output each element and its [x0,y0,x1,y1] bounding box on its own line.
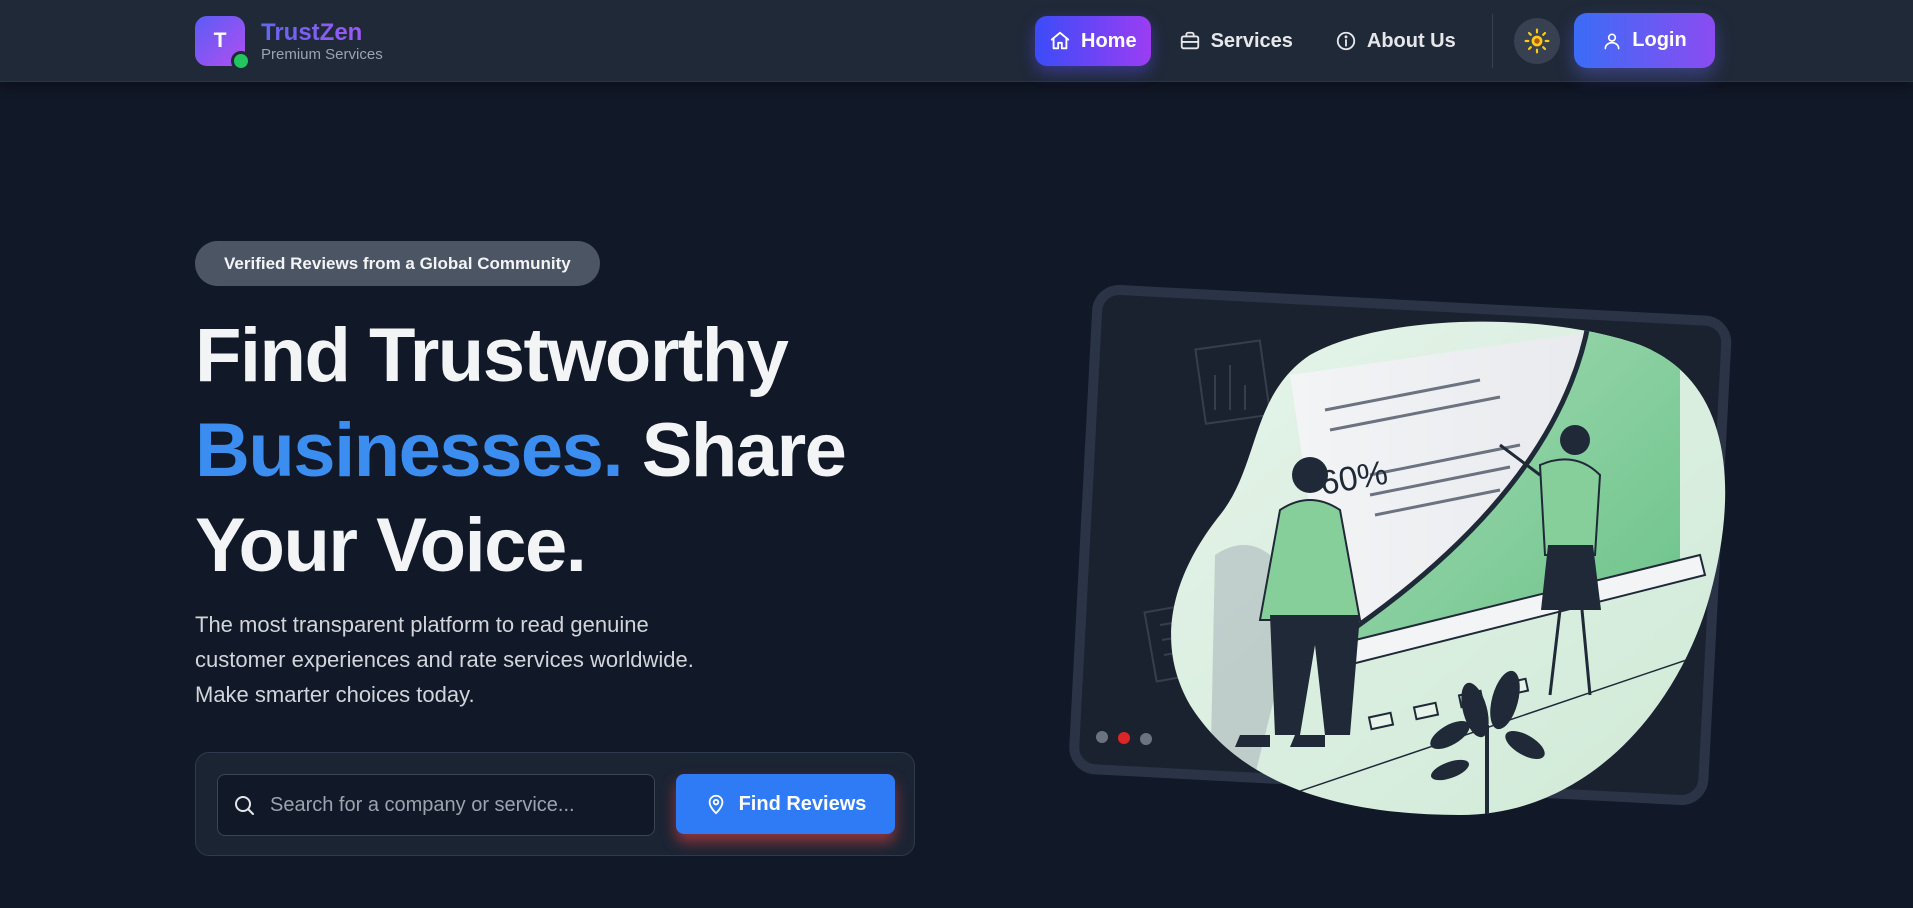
nav-item-services[interactable]: Services [1165,16,1307,66]
brand-link[interactable]: T TrustZen Premium Services [195,16,383,71]
briefcase-icon [1180,31,1199,50]
search-input[interactable] [270,775,654,835]
top-navbar: T TrustZen Premium Services Home Service… [0,0,1913,82]
nav-item-home[interactable]: Home [1035,16,1151,66]
search-card: Find Reviews [195,752,915,856]
search-icon [235,796,254,815]
user-icon [1604,33,1620,49]
hero-title-accent: Businesses. [195,408,624,493]
hero-description: The most transparent platform to read ge… [195,612,694,707]
nav-item-home-label: Home [1081,29,1137,52]
nav-divider [1492,14,1493,68]
brand-name: TrustZen [261,19,383,46]
carousel-dot-3[interactable] [1140,733,1152,745]
find-reviews-button[interactable]: Find Reviews [676,774,895,834]
online-status-dot [231,51,251,71]
hero-title: Find Trustworthy Businesses. Share Your … [195,308,915,593]
presentation-illustration: 60% [1069,284,1732,816]
sun-icon [1524,28,1550,54]
info-icon [1336,31,1356,51]
nav-item-services-label: Services [1210,29,1293,52]
hero-title-line3: Your Voice. [195,503,587,588]
verified-badge-text: Verified Reviews from a Global Community [224,253,571,273]
search-field [217,774,655,836]
brand-subtitle: Premium Services [261,45,383,63]
login-button[interactable]: Login [1574,13,1715,68]
hero-title-rest: Share [622,408,847,493]
verified-badge: Verified Reviews from a Global Community [195,241,600,286]
theme-toggle-button[interactable] [1514,18,1560,64]
nav-item-about[interactable]: About Us [1321,16,1470,66]
login-button-label: Login [1632,29,1687,51]
brand-logo: T [195,16,251,71]
carousel-dot-1[interactable] [1096,731,1108,743]
hero-title-line1: Find Trustworthy [195,313,789,398]
main-nav: Home Services About Us [1035,15,1484,67]
map-pin-icon [708,794,723,815]
nav-item-about-label: About Us [1366,29,1456,52]
home-icon [1050,31,1070,50]
find-reviews-label: Find Reviews [738,792,867,815]
brand-logo-letter: T [213,29,227,52]
hero-illustration: 60% [1060,284,1740,816]
carousel-dot-2[interactable] [1118,732,1130,744]
